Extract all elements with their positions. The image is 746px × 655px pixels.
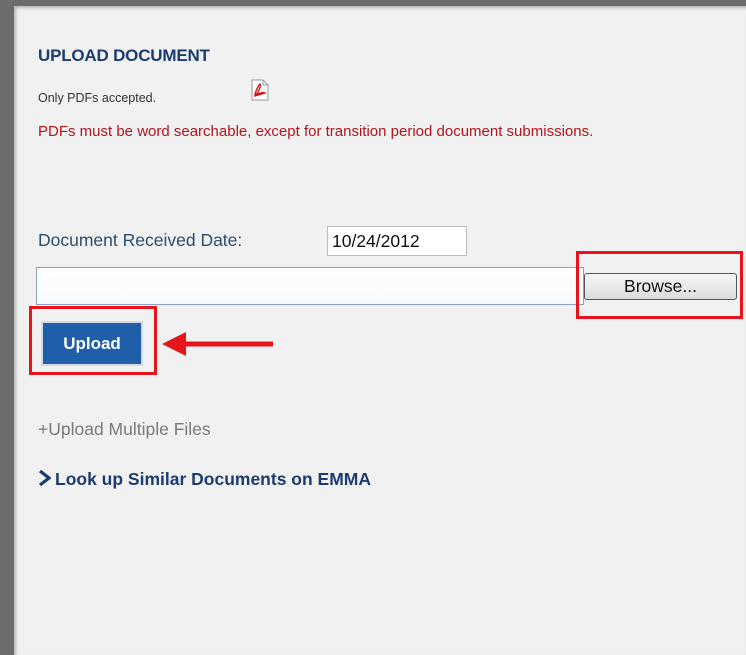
file-path-field[interactable]	[36, 267, 584, 305]
upload-multiple-files-link[interactable]: +Upload Multiple Files	[38, 419, 211, 440]
received-date-input[interactable]	[327, 226, 467, 256]
pdf-file-icon	[251, 79, 269, 101]
received-date-label: Document Received Date:	[38, 230, 243, 250]
section-title: UPLOAD DOCUMENT	[38, 46, 210, 65]
pdf-note: Only PDFs accepted.	[38, 91, 157, 105]
pointer-arrow-icon	[162, 332, 273, 356]
chevron-right-icon	[39, 470, 51, 486]
emma-lookup-label: Look up Similar Documents on EMMA	[55, 469, 371, 489]
browse-button[interactable]: Browse...	[584, 273, 737, 300]
upload-button[interactable]: Upload	[41, 321, 143, 366]
pdf-warning: PDFs must be word searchable, except for…	[38, 123, 594, 140]
emma-lookup-link[interactable]: Look up Similar Documents on EMMA	[38, 469, 371, 490]
